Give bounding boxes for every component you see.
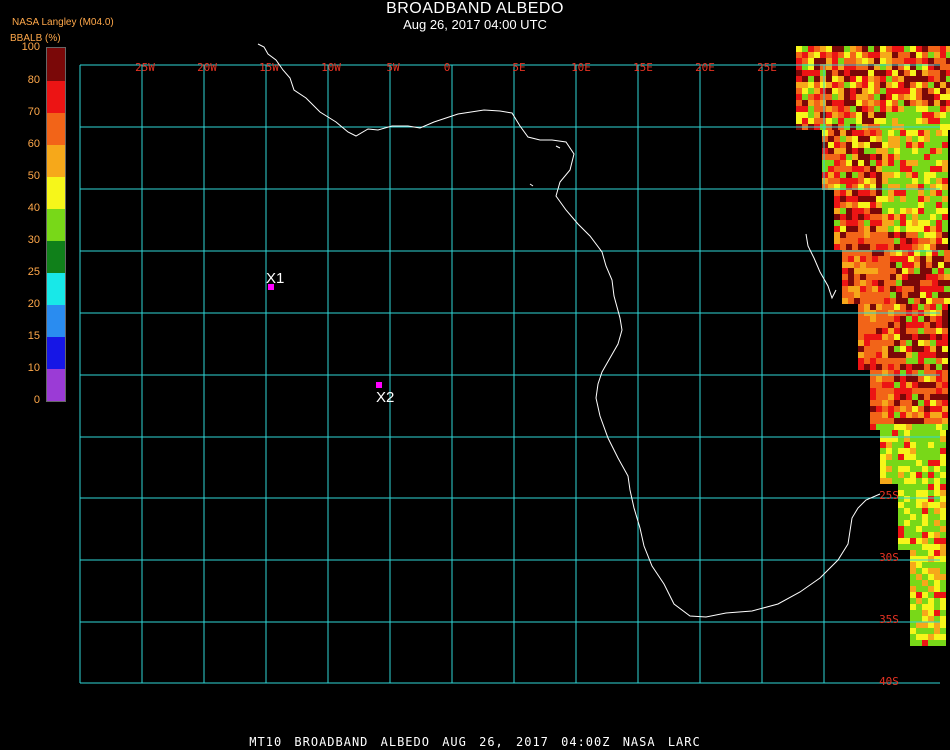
longitude-label: 10E	[571, 61, 591, 74]
longitude-label: 10W	[321, 61, 341, 74]
canary-islands	[529, 145, 561, 187]
sample-point-marker	[376, 382, 382, 388]
sample-points: X1 X2	[266, 270, 394, 406]
longitude-label: 0	[444, 61, 451, 74]
albedo-data-layer	[796, 46, 950, 646]
sample-point-label: X2	[376, 389, 394, 406]
lat-lon-grid: 25W 20W 15W 10W 5W 0 5E 10E 15E 20E 25E 25S 30S 35S 40…	[79, 61, 940, 688]
footer-caption: MT10 BROADBAND ALBEDO AUG 26, 2017 04:00…	[249, 735, 701, 749]
longitude-label: 25W	[135, 61, 155, 74]
longitude-label: 15E	[633, 61, 653, 74]
longitude-label: 25E	[757, 61, 777, 74]
longitude-label: 5E	[512, 61, 525, 74]
africa-coastline	[257, 43, 881, 618]
sample-point-label: X1	[266, 270, 284, 287]
longitude-label: 5W	[386, 61, 400, 74]
latitude-label: 30S	[879, 551, 899, 564]
longitude-label: 20E	[695, 61, 715, 74]
longitude-label: 20W	[197, 61, 217, 74]
latitude-label: 25S	[879, 489, 899, 502]
latitude-label: 40S	[879, 675, 899, 688]
horn-coast	[805, 233, 837, 300]
map-canvas: 25W 20W 15W 10W 5W 0 5E 10E 15E 20E 25E 25S 30S 35S 40…	[79, 43, 950, 688]
longitude-label: 15W	[259, 61, 279, 74]
latitude-label: 35S	[879, 613, 899, 626]
